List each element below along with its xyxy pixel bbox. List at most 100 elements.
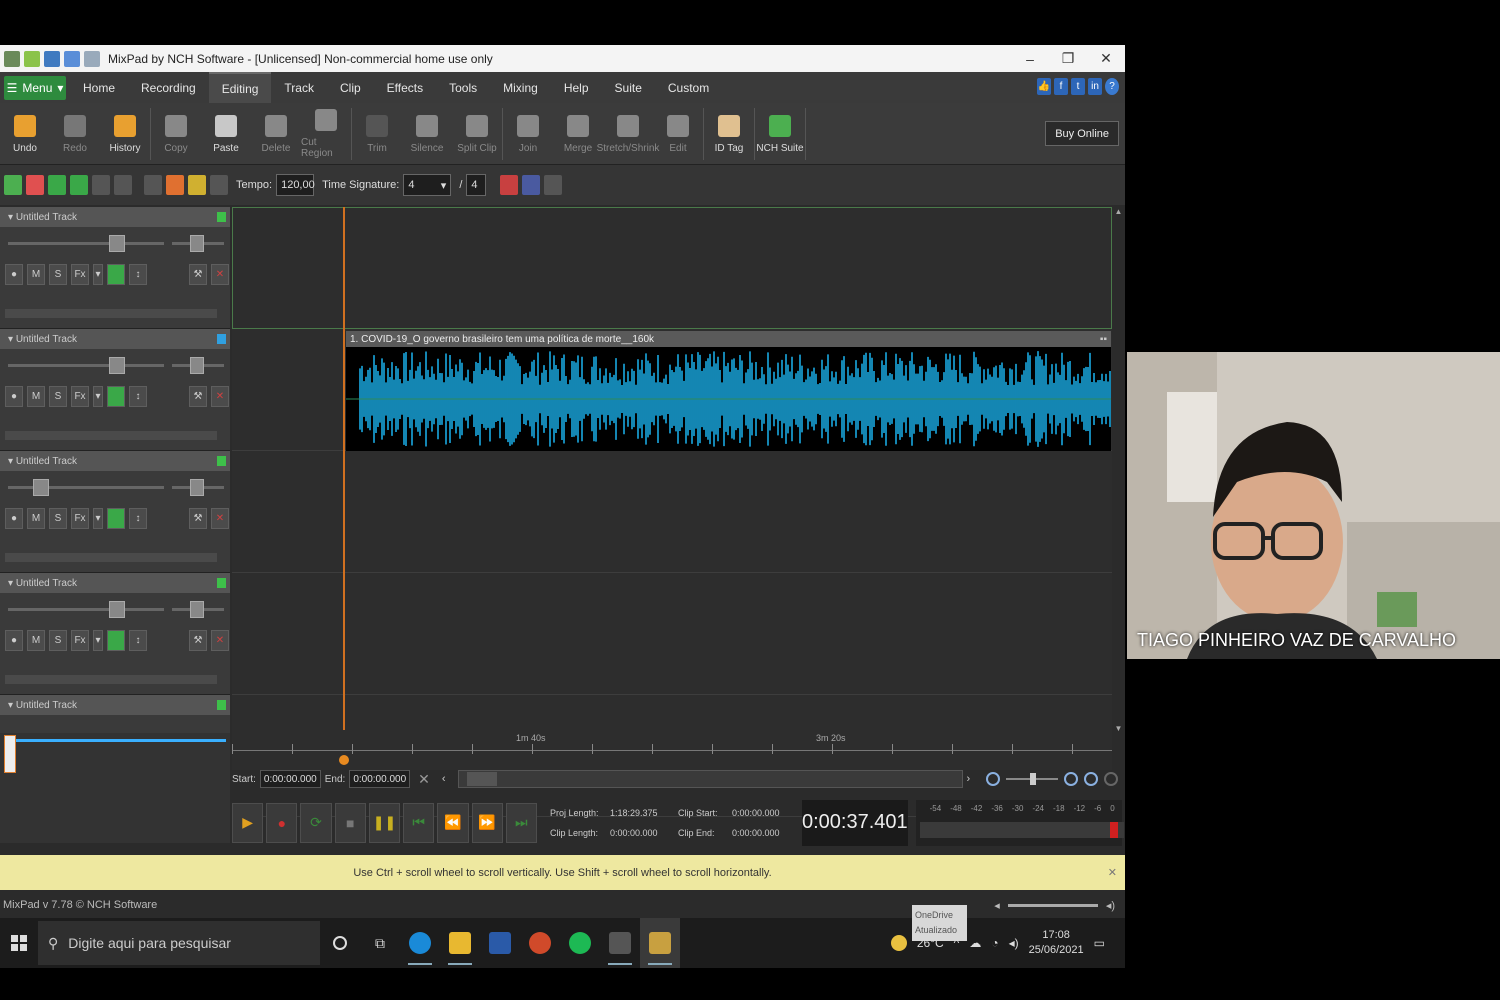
close-button[interactable]: ✕	[1087, 45, 1125, 72]
merge-button[interactable]: Merge	[553, 103, 603, 165]
volume-icon[interactable]: ◂)	[1009, 936, 1019, 950]
loop-icon[interactable]	[144, 175, 162, 195]
split-clip-button[interactable]: Split Clip	[452, 103, 502, 165]
move-down-icon[interactable]	[70, 175, 88, 195]
playhead[interactable]	[343, 207, 345, 759]
scroll-right-icon[interactable]: ›	[967, 773, 971, 785]
taskbar-search[interactable]: ⚲ Digite aqui para pesquisar	[38, 921, 320, 965]
spotify-icon[interactable]	[560, 918, 600, 968]
scroll-up-icon[interactable]: ▲	[1112, 207, 1125, 216]
time-signature-numerator[interactable]: 4 ▾	[403, 174, 452, 196]
collapse-icon[interactable]: ▾	[8, 578, 16, 589]
vertical-scrollbar[interactable]: ▲ ▼	[1112, 207, 1125, 733]
stop-icon[interactable]: ■	[334, 802, 366, 843]
effects-button[interactable]: Fx	[71, 263, 89, 285]
trim-button[interactable]: Trim	[352, 103, 402, 165]
metronome-icon[interactable]	[166, 175, 184, 195]
tab-recording[interactable]: Recording	[128, 72, 209, 103]
zoom-in-icon[interactable]	[1064, 772, 1079, 786]
automation-button[interactable]	[107, 507, 125, 529]
expand-icon[interactable]	[544, 175, 563, 195]
buy-online-button[interactable]: Buy Online	[1045, 121, 1119, 146]
delete-button[interactable]: Delete	[251, 103, 301, 165]
like-icon[interactable]: 👍	[1037, 78, 1051, 95]
volume-slider[interactable]	[8, 242, 164, 245]
tab-editing[interactable]: Editing	[208, 72, 272, 103]
track-name[interactable]: Untitled Track	[16, 578, 77, 589]
skip-end-icon[interactable]: ⏭	[505, 802, 537, 843]
wrench-icon[interactable]: ⚒	[189, 629, 207, 651]
undo-button[interactable]: Undo	[0, 103, 50, 165]
close-hint-icon[interactable]: ✕	[1108, 866, 1117, 879]
horizontal-scrollbar[interactable]	[457, 770, 963, 788]
history-button[interactable]: History	[100, 103, 150, 165]
tab-suite[interactable]: Suite	[602, 72, 655, 103]
cortana-icon[interactable]	[320, 918, 360, 968]
delete-track-icon[interactable]: ✕	[211, 507, 229, 529]
tab-clip[interactable]: Clip	[327, 72, 374, 103]
zoom-fit-icon[interactable]	[1084, 772, 1099, 786]
notifications-icon[interactable]: ▭	[1094, 936, 1105, 950]
overview-handle[interactable]	[4, 735, 16, 773]
solo-button[interactable]: S	[49, 629, 67, 651]
join-button[interactable]: Join	[503, 103, 553, 165]
volume-slider[interactable]	[8, 608, 164, 611]
remove-track-icon[interactable]	[26, 175, 44, 195]
grid-color-icon[interactable]	[500, 175, 519, 195]
edge-icon[interactable]	[400, 918, 440, 968]
track-header[interactable]: ▾ Untitled Track ● M S Fx ▾ ↕ ⚒ ✕	[0, 329, 230, 451]
track-name[interactable]: Untitled Track	[16, 456, 77, 467]
powerpoint-icon[interactable]	[520, 918, 560, 968]
track-lane[interactable]	[232, 451, 1112, 573]
volume-knob[interactable]	[109, 601, 125, 618]
pan-knob[interactable]	[190, 601, 204, 618]
track-title-bar[interactable]: ▾ Untitled Track	[0, 451, 230, 471]
volume-knob[interactable]	[109, 235, 125, 252]
mute-button[interactable]: M	[27, 507, 45, 529]
zoom-slider-knob[interactable]	[1030, 773, 1037, 785]
tab-help[interactable]: Help	[551, 72, 602, 103]
track-header[interactable]: ▾ Untitled Track ● M S Fx ▾ ↕ ⚒ ✕	[0, 573, 230, 695]
audio-clip[interactable]: 1. COVID-19_O governo brasileiro tem uma…	[346, 331, 1111, 451]
twitter-icon[interactable]: t	[1071, 78, 1085, 95]
record-arm-button[interactable]: ●	[5, 385, 23, 407]
effects-dropdown-button[interactable]: ▾	[93, 263, 103, 285]
move-up-icon[interactable]	[48, 175, 66, 195]
nch-suite-button[interactable]: NCH Suite	[755, 103, 805, 165]
pan-knob[interactable]	[190, 235, 204, 252]
scroll-left-icon[interactable]: ‹	[442, 773, 446, 785]
tab-track[interactable]: Track	[271, 72, 327, 103]
clip-lock-icon[interactable]: ▪▪	[1100, 334, 1107, 345]
track-color-swatch[interactable]	[217, 334, 226, 344]
track-name[interactable]: Untitled Track	[16, 212, 77, 223]
track-color-swatch[interactable]	[217, 456, 226, 466]
volume-knob[interactable]	[109, 357, 125, 374]
clock[interactable]: 17:08 25/06/2021	[1029, 928, 1084, 958]
skip-start-icon[interactable]: ⏮	[403, 802, 435, 843]
playhead-handle[interactable]	[339, 755, 349, 765]
track-title-bar[interactable]: ▾ Untitled Track	[0, 329, 230, 349]
track-color-swatch[interactable]	[217, 700, 226, 710]
delete-track-icon[interactable]: ✕	[211, 263, 229, 285]
word-icon[interactable]	[480, 918, 520, 968]
collapse-icon[interactable]: ▾	[8, 334, 16, 345]
effects-button[interactable]: Fx	[71, 507, 89, 529]
tab-home[interactable]: Home	[70, 72, 128, 103]
id-tag-button[interactable]: ID Tag	[704, 103, 754, 165]
align-icon[interactable]	[210, 175, 228, 195]
effects-button[interactable]: Fx	[71, 629, 89, 651]
stereo-button[interactable]: ↕	[129, 629, 147, 651]
track-header[interactable]: ▾ Untitled Track ● M S Fx ▾ ↕ ⚒ ✕	[0, 451, 230, 573]
track-color-swatch[interactable]	[217, 578, 226, 588]
tab-custom[interactable]: Custom	[655, 72, 722, 103]
tuner-icon[interactable]	[188, 175, 206, 195]
mute-button[interactable]: M	[27, 263, 45, 285]
zoom-slider[interactable]	[1006, 773, 1059, 785]
pan-knob[interactable]	[190, 357, 204, 374]
track-title-bar[interactable]: ▾ Untitled Track	[0, 695, 230, 715]
tab-tools[interactable]: Tools	[436, 72, 490, 103]
linkedin-icon[interactable]: in	[1088, 78, 1102, 95]
time-ruler[interactable]: 1m 40s 3m 20s	[232, 730, 1112, 770]
wrench-icon[interactable]: ⚒	[189, 385, 207, 407]
add-track-icon[interactable]	[4, 175, 22, 195]
